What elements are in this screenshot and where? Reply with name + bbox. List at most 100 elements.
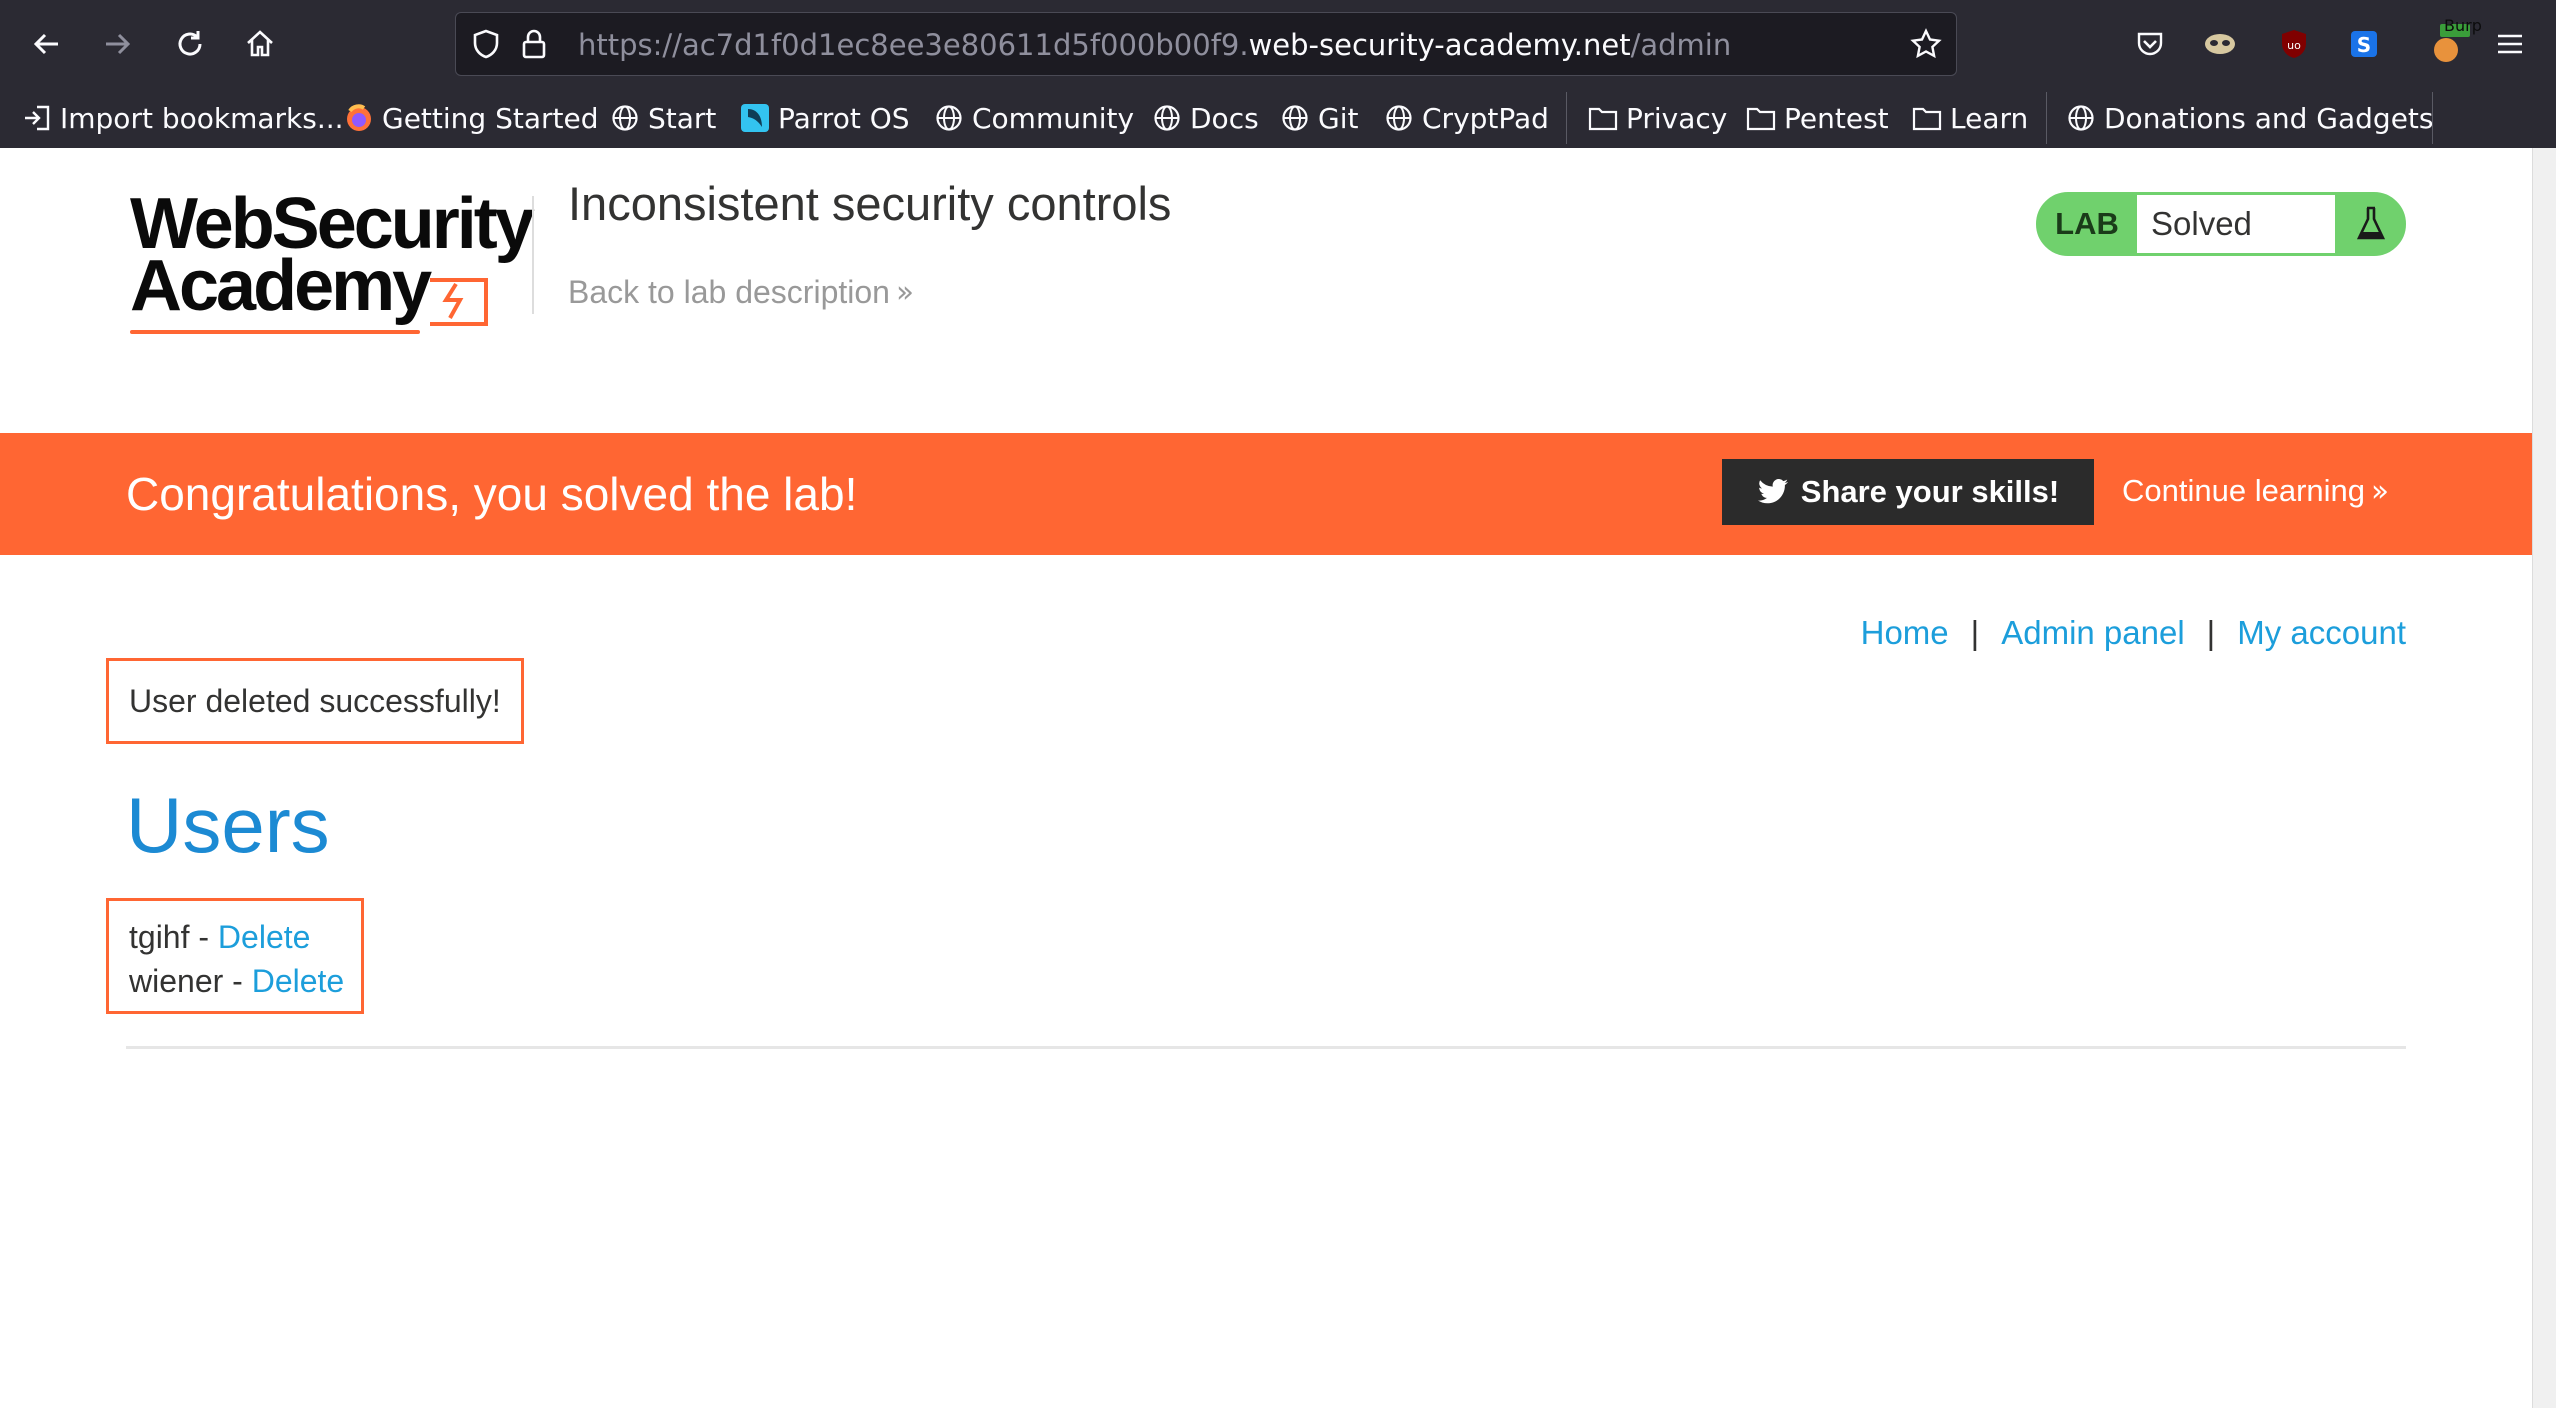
user-separator: - bbox=[189, 919, 218, 955]
web-security-academy-logo[interactable]: WebSecurity Academy bbox=[130, 188, 535, 338]
page-content: WebSecurity Academy Inconsistent securit… bbox=[0, 148, 2532, 1408]
twitter-icon bbox=[1757, 478, 1789, 506]
globe-icon bbox=[610, 103, 640, 133]
nav-separator: | bbox=[2206, 614, 2216, 651]
bookmark-label: Donations and Gadgets bbox=[2104, 101, 2434, 135]
bookmark-donations[interactable]: Donations and Gadgets bbox=[2066, 98, 2434, 138]
bookmark-community[interactable]: Community bbox=[934, 98, 1134, 138]
share-skills-button[interactable]: Share your skills! bbox=[1722, 459, 2094, 525]
globe-icon bbox=[2066, 103, 2096, 133]
logo-text-line2: Academy bbox=[130, 246, 432, 326]
bookmark-label: Getting Started bbox=[382, 101, 599, 135]
bookmark-label: Community bbox=[972, 101, 1135, 135]
globe-icon bbox=[1384, 103, 1414, 133]
bookmark-label: Privacy bbox=[1626, 101, 1728, 135]
page-scrollbar[interactable] bbox=[2532, 148, 2556, 1408]
bookmark-label: Git bbox=[1318, 101, 1359, 135]
bookmark-label: Learn bbox=[1950, 101, 2029, 135]
flask-icon bbox=[2339, 195, 2403, 253]
svg-text:uo: uo bbox=[2287, 39, 2301, 52]
users-list: tgihf - Delete wiener - Delete bbox=[106, 898, 364, 1014]
delete-user-link[interactable]: Delete bbox=[218, 919, 311, 955]
users-heading: Users bbox=[126, 781, 330, 869]
burp-badge: Burp bbox=[2444, 16, 2482, 35]
lab-title: Inconsistent security controls bbox=[568, 177, 1172, 230]
forward-arrow-icon[interactable] bbox=[94, 20, 142, 68]
url-path: /admin bbox=[1630, 28, 1732, 62]
double-chevron-right-icon: ›› bbox=[895, 275, 914, 310]
continue-learning-label: Continue learning bbox=[2122, 473, 2366, 508]
bookmark-start[interactable]: Start bbox=[610, 98, 716, 138]
back-arrow-icon[interactable] bbox=[22, 20, 70, 68]
bookmark-cryptpad[interactable]: CryptPad bbox=[1384, 98, 1549, 138]
home-icon[interactable] bbox=[236, 20, 284, 68]
bookmark-folder-privacy[interactable]: Privacy bbox=[1588, 98, 1727, 138]
globe-icon bbox=[1152, 103, 1182, 133]
bookmark-label: CryptPad bbox=[1422, 101, 1549, 135]
reload-icon[interactable] bbox=[166, 20, 214, 68]
top-navigation: Home | Admin panel | My account bbox=[1861, 614, 2406, 652]
shield-icon[interactable] bbox=[464, 21, 508, 67]
user-separator: - bbox=[223, 963, 252, 999]
back-link-label: Back to lab description bbox=[568, 274, 890, 310]
globe-icon bbox=[934, 103, 964, 133]
parrot-icon bbox=[740, 103, 770, 133]
header-divider bbox=[532, 196, 534, 314]
extension-mask-icon[interactable] bbox=[2198, 22, 2242, 66]
bookmark-label: Start bbox=[648, 101, 717, 135]
logo-underline bbox=[130, 330, 420, 334]
s-extension-icon[interactable]: S bbox=[2342, 22, 2386, 66]
bookmark-folder-learn[interactable]: Learn bbox=[1912, 98, 2028, 138]
share-button-label: Share your skills! bbox=[1800, 474, 2060, 509]
bookmark-git[interactable]: Git bbox=[1280, 98, 1358, 138]
user-deleted-notice: User deleted successfully! bbox=[106, 658, 524, 744]
bookmark-getting-started[interactable]: Getting Started bbox=[344, 98, 598, 138]
user-row: tgihf - Delete bbox=[129, 915, 361, 959]
url-host: web-security-academy.net bbox=[1248, 28, 1631, 62]
url-prefix: https://ac7d1f0d1ec8ee3e80611d5f000b00f9… bbox=[578, 28, 1249, 62]
nav-admin-panel-link[interactable]: Admin panel bbox=[2001, 614, 2184, 652]
import-icon bbox=[22, 103, 52, 133]
bookmark-separator bbox=[1566, 92, 1567, 144]
bookmark-label: Docs bbox=[1190, 101, 1259, 135]
logo-bolt-icon bbox=[430, 278, 488, 326]
nav-separator: | bbox=[1970, 614, 1980, 651]
back-to-lab-description-link[interactable]: Back to lab description ›› bbox=[568, 274, 914, 311]
lab-badge-label: LAB bbox=[2055, 206, 2119, 241]
bookmark-label: Parrot OS bbox=[778, 101, 910, 135]
username: tgihf bbox=[129, 919, 190, 955]
lock-icon[interactable] bbox=[512, 21, 556, 67]
delete-user-link[interactable]: Delete bbox=[252, 963, 345, 999]
folder-icon bbox=[1746, 103, 1776, 133]
nav-my-account-link[interactable]: My account bbox=[2237, 614, 2406, 652]
continue-learning-link[interactable]: Continue learning ›› bbox=[2122, 473, 2389, 509]
globe-icon bbox=[1280, 103, 1310, 133]
bookmark-parrot-os[interactable]: Parrot OS bbox=[740, 98, 910, 138]
solved-banner: Congratulations, you solved the lab! Sha… bbox=[0, 433, 2532, 555]
firefox-icon bbox=[344, 103, 374, 133]
folder-icon bbox=[1588, 103, 1618, 133]
congratulations-message: Congratulations, you solved the lab! bbox=[126, 468, 858, 520]
double-chevron-right-icon: ›› bbox=[2371, 473, 2389, 509]
bookmark-separator bbox=[2432, 92, 2433, 144]
browser-chrome: https://ac7d1f0d1ec8ee3e80611d5f000b00f9… bbox=[0, 0, 2556, 149]
bookmark-separator bbox=[2046, 92, 2047, 144]
bookmark-label: Pentest bbox=[1784, 101, 1889, 135]
nav-home-link[interactable]: Home bbox=[1861, 614, 1949, 652]
bookmark-label: Import bookmarks... bbox=[60, 101, 344, 135]
bookmark-import[interactable]: Import bookmarks... bbox=[22, 98, 344, 138]
star-icon[interactable] bbox=[1904, 21, 1948, 67]
browser-toolbar: https://ac7d1f0d1ec8ee3e80611d5f000b00f9… bbox=[0, 0, 2556, 88]
user-row: wiener - Delete bbox=[129, 959, 361, 1003]
hamburger-menu-icon[interactable] bbox=[2488, 22, 2532, 66]
address-bar[interactable]: https://ac7d1f0d1ec8ee3e80611d5f000b00f9… bbox=[455, 12, 1957, 76]
lab-status-text: Solved bbox=[2137, 195, 2335, 253]
bookmark-docs[interactable]: Docs bbox=[1152, 98, 1259, 138]
url-text[interactable]: https://ac7d1f0d1ec8ee3e80611d5f000b00f9… bbox=[578, 29, 1731, 61]
content-divider bbox=[126, 1046, 2406, 1049]
bookmark-folder-pentest[interactable]: Pentest bbox=[1746, 98, 1889, 138]
pocket-icon[interactable] bbox=[2128, 22, 2172, 66]
folder-icon bbox=[1912, 103, 1942, 133]
burp-extension-icon[interactable]: Burp bbox=[2418, 16, 2482, 66]
ublock-icon[interactable]: uo bbox=[2272, 22, 2316, 66]
